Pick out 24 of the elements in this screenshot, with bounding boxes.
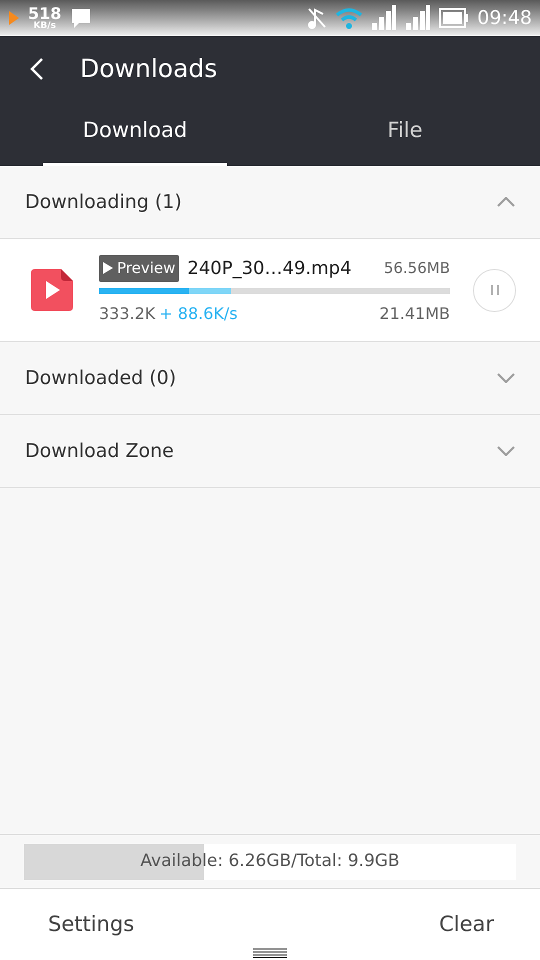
- video-file-icon: [31, 269, 73, 311]
- page-title: Downloads: [80, 53, 218, 86]
- downloaded-amount: 333.2K: [99, 302, 156, 324]
- received-size: 21.41MB: [379, 302, 450, 324]
- storage-info: Available: 6.26GB/Total: 9.9GB: [140, 850, 400, 873]
- preview-button[interactable]: Preview: [99, 254, 180, 282]
- file-size: 56.56MB: [384, 258, 450, 279]
- tab[interactable]: File: [313, 102, 497, 166]
- speed-unit: KB/s: [33, 22, 56, 30]
- pause-icon: [490, 285, 498, 295]
- muted-music-icon: [307, 6, 328, 30]
- signal-icon: [371, 5, 398, 31]
- menu-handle-icon[interactable]: [253, 948, 287, 958]
- play-icon: [103, 262, 113, 274]
- wifi-icon: [335, 6, 364, 30]
- network-speed: 518: [28, 6, 62, 22]
- settings-button[interactable]: Settings: [48, 909, 134, 940]
- clear-button[interactable]: Clear: [439, 909, 494, 940]
- file-name: 240P_30…49.mp4: [187, 256, 352, 280]
- play-icon: [8, 10, 20, 26]
- clock: 09:48: [477, 6, 532, 31]
- signal-icon: [405, 5, 432, 31]
- download-speed: + 88.6K/s: [159, 302, 238, 324]
- battery-icon: [439, 8, 470, 28]
